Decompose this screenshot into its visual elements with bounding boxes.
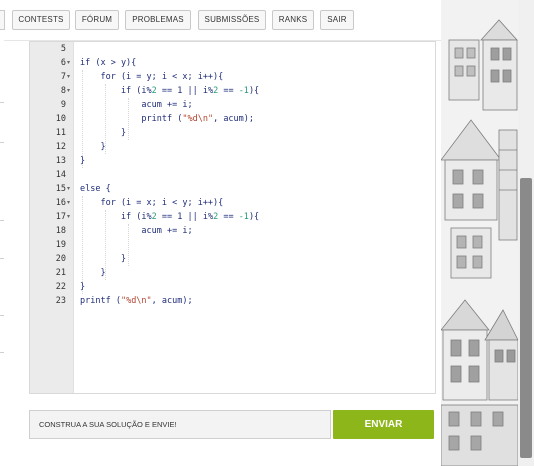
line-number: 18 [55, 226, 66, 236]
line-number: 12 [55, 142, 66, 152]
code-line[interactable]: for (i = y; i < x; i++){ [80, 70, 223, 84]
fold-toggle-icon[interactable]: ▾ [67, 56, 70, 70]
line-number-gutter: 5 6 ▾ 7 ▾ 8 ▾ 9 10 11 12 13 14 15 ▾ 16 ▾ 17 ▾ 18 19 20 21 22 23 [30, 42, 74, 393]
line-number: 15 [55, 184, 66, 194]
line-number: 19 [55, 240, 66, 250]
nav-submissoes[interactable]: SUBMISSÕES [198, 10, 266, 30]
code-line[interactable]: } [80, 280, 85, 294]
nav-problemas[interactable]: PROBLEMAS [125, 10, 191, 30]
code-line[interactable]: } [80, 266, 105, 280]
nav-ranks[interactable]: RANKS [272, 10, 314, 30]
line-number: 13 [55, 156, 66, 166]
nav-contests[interactable]: CONTESTS [12, 10, 70, 30]
illustration-panel [441, 0, 518, 466]
nav-forum[interactable]: FÓRUM [75, 10, 119, 30]
line-number: 22 [55, 282, 66, 292]
code-line[interactable]: } [80, 126, 126, 140]
code-line[interactable]: printf ("%d\n", acum); [80, 294, 193, 308]
code-line[interactable]: } [80, 154, 85, 168]
code-line[interactable]: printf ("%d\n", acum); [80, 112, 254, 126]
code-line[interactable]: } [80, 140, 105, 154]
fold-toggle-icon[interactable]: ▾ [67, 210, 70, 224]
send-button[interactable]: ENVIAR [333, 410, 434, 439]
line-number: 8 [60, 86, 66, 96]
fold-toggle-icon[interactable]: ▾ [67, 182, 70, 196]
code-line[interactable]: if (i%2 == 1 || i%2 == -1){ [80, 210, 259, 224]
line-number: 9 [60, 100, 66, 110]
line-number: 16 [55, 198, 66, 208]
line-number: 14 [55, 170, 66, 180]
page-scrollbar-thumb[interactable] [520, 178, 532, 458]
code-line[interactable]: if (x > y){ [80, 56, 136, 70]
line-number: 11 [55, 128, 66, 138]
left-panel-edge [0, 40, 4, 460]
line-number: 10 [55, 114, 66, 124]
fold-toggle-icon[interactable]: ▾ [67, 196, 70, 210]
code-line[interactable]: for (i = x; i < y; i++){ [80, 196, 223, 210]
town-illustration [441, 0, 518, 466]
nav-button-partial[interactable] [0, 10, 5, 30]
line-number: 21 [55, 268, 66, 278]
code-line[interactable]: else { [80, 182, 111, 196]
line-number: 5 [60, 44, 66, 54]
code-line[interactable]: } [80, 252, 126, 266]
solution-input[interactable]: CONSTRUA A SUA SOLUÇÃO E ENVIE! [29, 410, 331, 439]
fold-toggle-icon[interactable]: ▾ [67, 70, 70, 84]
code-editor[interactable]: 5 6 ▾ 7 ▾ 8 ▾ 9 10 11 12 13 14 15 ▾ 16 ▾ 17 ▾ 18 19 20 21 22 23 … [29, 41, 436, 394]
line-number: 20 [55, 254, 66, 264]
line-number: 17 [55, 212, 66, 222]
code-line[interactable]: acum += i; [80, 224, 192, 238]
line-number: 6 [60, 58, 66, 68]
code-line[interactable]: acum += i; [80, 98, 192, 112]
line-number: 7 [60, 72, 66, 82]
code-line[interactable]: if (i%2 == 1 || i%2 == -1){ [80, 84, 259, 98]
line-number: 23 [55, 296, 66, 306]
fold-toggle-icon[interactable]: ▾ [67, 84, 70, 98]
nav-sair[interactable]: SAIR [320, 10, 354, 30]
